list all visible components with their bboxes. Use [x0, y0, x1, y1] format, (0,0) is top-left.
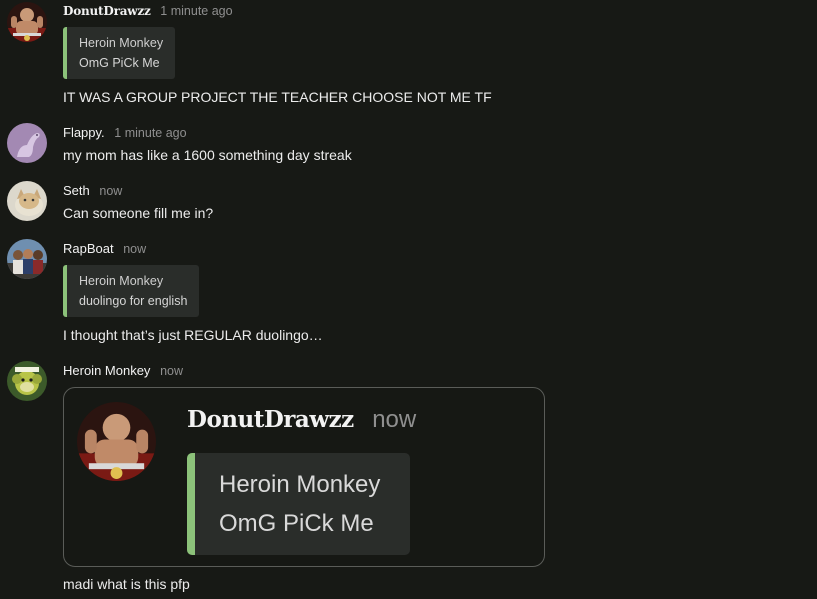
- message-header: Flappy. 1 minute ago: [63, 125, 187, 140]
- message-text: Can someone fill me in?: [63, 205, 214, 221]
- message-header: DonutDrawzz 1 minute ago: [63, 3, 233, 18]
- screenshot-embed[interactable]: DonutDrawzz now Heroin Monkey OmG PiCk M…: [63, 387, 545, 567]
- reply-author: Heroin Monkey: [79, 274, 164, 288]
- reply-text: OmG PiCk Me: [79, 56, 160, 70]
- embed-timestamp: now: [372, 406, 417, 433]
- embed-reply-author: Heroin Monkey: [219, 471, 381, 498]
- reply-quote[interactable]: Heroin Monkey duolingo for english: [63, 265, 200, 317]
- group-photo-avatar-icon[interactable]: [7, 239, 47, 279]
- author-name[interactable]: Heroin Monkey: [63, 363, 150, 378]
- message-text: I thought that’s just REGULAR duolingo…: [63, 327, 323, 343]
- message-text: IT WAS A GROUP PROJECT THE TEACHER CHOOS…: [63, 89, 492, 105]
- message-header: Seth now: [63, 183, 122, 198]
- author-name[interactable]: Seth: [63, 183, 90, 198]
- timestamp: now: [123, 242, 147, 256]
- chat-feed: DonutDrawzz 1 minute ago Heroin Monkey O…: [0, 0, 817, 599]
- embed-header: DonutDrawzz now: [187, 406, 416, 434]
- timestamp: 1 minute ago: [160, 4, 233, 18]
- message-text: madi what is this pfp: [63, 576, 190, 592]
- timestamp: 1 minute ago: [114, 126, 187, 140]
- message-header: Heroin Monkey now: [63, 363, 183, 378]
- reply-text: duolingo for english: [79, 294, 188, 308]
- wrestler-avatar-icon: [77, 402, 156, 481]
- wrestler-avatar-icon[interactable]: [7, 2, 47, 42]
- reply-author: Heroin Monkey: [79, 36, 164, 50]
- message-header: RapBoat now: [63, 241, 146, 256]
- timestamp: now: [160, 364, 183, 378]
- embed-reply-quote: Heroin Monkey OmG PiCk Me: [187, 453, 410, 555]
- embed-reply-text: OmG PiCk Me: [219, 510, 374, 537]
- author-name[interactable]: Flappy.: [63, 125, 105, 140]
- author-name[interactable]: RapBoat: [63, 241, 114, 256]
- monkey-avatar-icon[interactable]: [7, 361, 47, 401]
- dinosaur-avatar-icon[interactable]: [7, 123, 47, 163]
- reply-quote[interactable]: Heroin Monkey OmG PiCk Me: [63, 27, 176, 79]
- author-name[interactable]: DonutDrawzz: [63, 4, 151, 18]
- timestamp: now: [99, 184, 123, 198]
- cat-avatar-icon[interactable]: [7, 181, 47, 221]
- embed-author-name: DonutDrawzz: [187, 406, 354, 433]
- message-text: my mom has like a 1600 something day str…: [63, 147, 352, 163]
